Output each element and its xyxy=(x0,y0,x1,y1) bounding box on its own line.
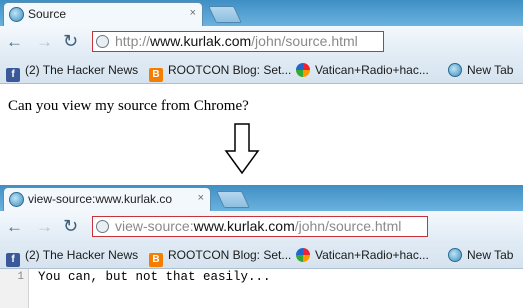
bookmark-label: (2) The Hacker News xyxy=(25,248,139,262)
back-button[interactable]: ← xyxy=(6,33,23,50)
bookmark-hacker-news[interactable]: f (2) The Hacker News xyxy=(6,248,138,267)
url-scheme: http:// xyxy=(115,33,151,49)
line-number-gutter: 1 xyxy=(0,269,29,308)
globe-icon xyxy=(448,63,462,77)
new-tab-button[interactable] xyxy=(216,191,250,208)
blogger-icon: B xyxy=(149,253,163,267)
down-arrow-icon xyxy=(224,123,260,175)
bookmark-vatican-radio[interactable]: Vatican+Radio+hac... xyxy=(296,63,429,77)
bookmark-hacker-news[interactable]: f (2) The Hacker News xyxy=(6,63,138,82)
facebook-icon: f xyxy=(6,68,20,82)
back-button[interactable]: ← xyxy=(6,218,23,235)
bookmark-label: Vatican+Radio+hac... xyxy=(315,63,429,77)
url-scheme: view-source: xyxy=(115,218,194,234)
source-view: 1 You can, but not that easily... xyxy=(0,269,523,308)
new-tab-button[interactable] xyxy=(208,6,242,23)
address-url: view-source:www.kurlak.com/john/source.h… xyxy=(115,218,401,235)
address-url: http://www.kurlak.com/john/source.html xyxy=(115,33,358,50)
address-bar[interactable]: http://www.kurlak.com/john/source.html xyxy=(92,31,384,52)
source-code-line: You can, but not that easily... xyxy=(38,270,271,284)
url-domain: www.kurlak.com xyxy=(193,218,295,234)
address-bar[interactable]: view-source:www.kurlak.com/john/source.h… xyxy=(92,216,428,237)
toolbar: ← → ↻ view-source:www.kurlak.com/john/so… xyxy=(0,211,523,244)
bookmarks-bar: f (2) The Hacker News B ROOTCON Blog: Set.… xyxy=(0,59,523,84)
title-bar: Source × xyxy=(0,0,523,26)
bookmark-label: Vatican+Radio+hac... xyxy=(315,248,429,262)
bookmark-new-tab[interactable]: New Tab xyxy=(448,63,513,77)
globe-icon xyxy=(9,7,24,22)
globe-icon xyxy=(9,192,24,207)
bookmark-label: New Tab xyxy=(467,248,514,262)
toolbar: ← → ↻ http://www.kurlak.com/john/source.… xyxy=(0,26,523,59)
bookmark-label: ROOTCON Blog: Set... xyxy=(168,248,292,262)
url-path: /john/source.html xyxy=(294,218,402,234)
url-domain: www.kurlak.com xyxy=(150,33,252,49)
page-icon xyxy=(96,35,109,48)
bookmark-rootcon[interactable]: B ROOTCON Blog: Set... xyxy=(149,248,291,267)
bookmark-label: ROOTCON Blog: Set... xyxy=(168,63,292,77)
bookmark-label: (2) The Hacker News xyxy=(25,63,139,77)
bookmark-new-tab[interactable]: New Tab xyxy=(448,248,513,262)
forward-button[interactable]: → xyxy=(36,218,53,235)
picasa-icon xyxy=(296,248,310,262)
top-browser-window: Source × ← → ↻ http://www.kurlak.com/joh… xyxy=(0,0,523,155)
page-text: Can you view my source from Chrome? xyxy=(8,98,249,114)
page-icon xyxy=(96,220,109,233)
picasa-icon xyxy=(296,63,310,77)
reload-button[interactable]: ↻ xyxy=(63,217,78,235)
tab-title: view-source:www.kurlak.co xyxy=(28,192,173,206)
bookmarks-bar: f (2) The Hacker News B ROOTCON Blog: Set.… xyxy=(0,244,523,269)
tab-view-source[interactable]: view-source:www.kurlak.co × xyxy=(3,187,211,211)
bottom-browser-window: view-source:www.kurlak.co × ← → ↻ view-s… xyxy=(0,185,523,308)
reload-button[interactable]: ↻ xyxy=(63,32,78,50)
forward-button[interactable]: → xyxy=(36,33,53,50)
bookmark-rootcon[interactable]: B ROOTCON Blog: Set... xyxy=(149,63,291,82)
bookmark-vatican-radio[interactable]: Vatican+Radio+hac... xyxy=(296,248,429,262)
tab-source[interactable]: Source × xyxy=(3,2,203,26)
facebook-icon: f xyxy=(6,253,20,267)
url-path: /john/source.html xyxy=(251,33,358,49)
title-bar: view-source:www.kurlak.co × xyxy=(0,185,523,211)
bookmark-label: New Tab xyxy=(467,63,514,77)
page-content: Can you view my source from Chrome? xyxy=(0,84,523,129)
blogger-icon: B xyxy=(149,68,163,82)
globe-icon xyxy=(448,248,462,262)
close-icon[interactable]: × xyxy=(198,192,204,204)
close-icon[interactable]: × xyxy=(190,7,196,19)
tab-title: Source xyxy=(28,7,67,21)
line-number: 1 xyxy=(17,271,24,283)
